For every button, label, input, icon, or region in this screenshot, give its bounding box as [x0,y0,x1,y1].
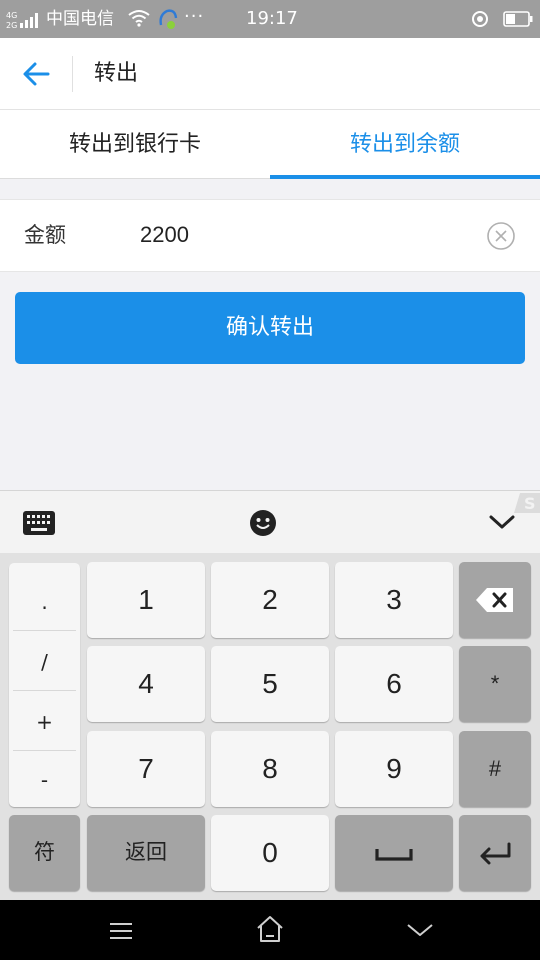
signal-icon: 4G 2G [6,11,38,29]
home-icon[interactable] [255,914,285,944]
keyboard-toolbar: S [0,490,540,553]
key-1[interactable]: 1 [87,562,205,638]
key-5[interactable]: 5 [211,646,329,722]
clear-icon[interactable] [486,221,516,251]
tab-bar: 转出到银行卡 转出到余额 [0,110,540,179]
key-9[interactable]: 9 [335,731,453,807]
confirm-transfer-button[interactable]: 确认转出 [15,292,525,364]
carrier-label: 中国电信 [46,9,114,29]
space-key[interactable] [335,815,453,891]
svg-text:2G: 2G [6,21,17,29]
key-6[interactable]: 6 [335,646,453,722]
backspace-icon [476,588,513,612]
enter-icon [480,842,511,865]
system-nav-bar [0,900,540,960]
symbol-switch-key[interactable]: 符 [9,815,80,891]
key-star[interactable]: * [459,646,531,722]
page-title: 转出 [94,61,139,86]
keyboard-icon[interactable] [22,510,56,536]
watermark-logo: S [514,493,540,513]
key-8[interactable]: 8 [211,731,329,807]
collapse-icon[interactable] [488,513,516,531]
location-icon [472,11,488,27]
tab-balance[interactable]: 转出到余额 [270,110,540,179]
key-dot[interactable]: . [13,573,76,631]
clock: 19:17 [246,8,298,29]
title-divider [72,56,73,92]
back-arrow-icon[interactable] [18,58,54,90]
battery-icon [503,11,533,27]
key-hash[interactable]: # [459,731,531,807]
key-0[interactable]: 0 [211,815,329,891]
key-plus[interactable]: + [13,693,76,751]
amount-field-row: 金额 2200 [0,199,540,272]
svg-text:4G: 4G [6,11,17,20]
emoji-icon[interactable] [249,509,277,537]
symbol-column: . / + - [9,563,80,809]
active-tab-indicator [270,175,540,179]
status-bar: 4G 2G 中国电信 ··· 19:17 [0,0,540,38]
key-2[interactable]: 2 [211,562,329,638]
key-minus[interactable]: - [13,751,76,809]
more-notifications: ··· [184,6,205,27]
amount-input[interactable]: 2200 [140,220,189,250]
app-notification-icon [159,9,178,29]
return-key[interactable]: 返回 [87,815,205,891]
tab-bank-card[interactable]: 转出到银行卡 [0,110,270,179]
key-4[interactable]: 4 [87,646,205,722]
key-7[interactable]: 7 [87,731,205,807]
delete-key[interactable] [459,562,531,638]
menu-icon[interactable] [108,920,134,942]
key-3[interactable]: 3 [335,562,453,638]
enter-key[interactable] [459,815,531,891]
numeric-keyboard: . / + - 1 2 3 4 5 6 * 7 8 9 # 符 返回 0 [0,553,540,900]
key-slash[interactable]: / [13,633,76,691]
wifi-icon [128,10,150,27]
back-chevron-icon[interactable] [406,922,434,938]
header: 转出 [0,38,540,110]
svg-text:S: S [524,494,536,513]
amount-label: 金额 [24,223,66,247]
space-icon [375,849,413,861]
